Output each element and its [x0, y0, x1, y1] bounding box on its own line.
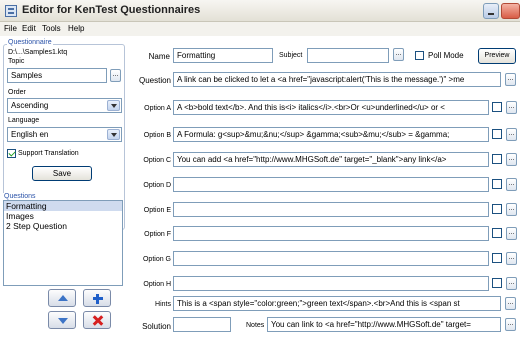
option-c-browse-button[interactable]: ... — [506, 153, 517, 166]
move-down-button[interactable] — [48, 311, 76, 329]
poll-mode-checkbox[interactable] — [415, 51, 424, 60]
menu-bar: File Edit Tools Help — [0, 22, 520, 36]
option-b-browse-button[interactable]: ... — [506, 128, 517, 141]
option-f-input[interactable] — [173, 226, 489, 241]
hints-browse-button[interactable]: ... — [505, 297, 516, 310]
preview-button[interactable]: Preview — [478, 48, 516, 64]
topic-input[interactable]: Samples — [7, 68, 107, 83]
chevron-down-icon[interactable] — [107, 100, 120, 111]
list-item[interactable]: Formatting — [4, 201, 122, 211]
name-label: Name — [148, 52, 170, 61]
option-d-correct-checkbox[interactable] — [492, 179, 502, 189]
solution-input[interactable] — [173, 317, 231, 332]
support-translation-label: Support Translation — [18, 150, 79, 157]
order-select-value: Ascending — [11, 101, 49, 110]
minimize-button[interactable] — [483, 3, 499, 19]
questions-group-title: Questions — [3, 193, 37, 200]
language-select-value: English en — [11, 130, 49, 139]
close-button[interactable] — [501, 3, 520, 19]
option-h-label: Option H — [143, 281, 171, 288]
option-a-label: Option A — [144, 105, 171, 112]
left-panel: Questionnaire D:\...\Samples1.ktq Topic … — [0, 36, 128, 337]
question-browse-button[interactable]: ... — [505, 73, 516, 86]
notes-input[interactable]: You can link to <a href="http://www.MHGS… — [267, 317, 501, 332]
option-g-browse-button[interactable]: ... — [506, 252, 517, 265]
solution-label: Solution — [142, 322, 171, 331]
option-c-correct-checkbox[interactable] — [492, 154, 502, 164]
order-select[interactable]: Ascending — [7, 98, 122, 113]
language-label: Language — [8, 117, 40, 124]
option-a-browse-button[interactable]: ... — [506, 101, 517, 114]
delete-question-button[interactable] — [83, 311, 111, 329]
subject-browse-button[interactable]: ... — [393, 48, 404, 61]
file-path: D:\...\Samples1.ktq — [8, 49, 68, 56]
question-label: Question — [138, 76, 171, 85]
option-f-correct-checkbox[interactable] — [492, 228, 502, 238]
list-item[interactable]: 2 Step Question — [4, 221, 122, 231]
option-e-input[interactable] — [173, 202, 489, 217]
notes-browse-button[interactable]: ... — [505, 318, 516, 331]
poll-mode-label: Poll Mode — [428, 51, 464, 60]
order-label: Order — [8, 89, 26, 96]
option-b-input[interactable]: A Formula: g<sup>&mu;&nu;</sup> &gamma;<… — [173, 127, 489, 142]
support-translation-checkbox[interactable] — [7, 149, 16, 158]
option-a-correct-checkbox[interactable] — [492, 102, 502, 112]
save-button[interactable]: Save — [32, 166, 92, 181]
subject-label: Subject — [279, 52, 303, 59]
option-g-correct-checkbox[interactable] — [492, 253, 502, 263]
option-d-browse-button[interactable]: ... — [506, 178, 517, 191]
questions-list[interactable]: Formatting Images 2 Step Question — [3, 200, 123, 286]
language-select[interactable]: English en — [7, 127, 122, 142]
option-a-input[interactable]: A <b>bold text</b>. And this is<i> itali… — [173, 100, 489, 115]
option-h-correct-checkbox[interactable] — [492, 278, 502, 288]
questionnaire-group-title: Questionnaire — [7, 39, 53, 46]
option-f-label: Option F — [144, 231, 171, 238]
topic-browse-button[interactable]: ... — [110, 69, 121, 82]
notes-label: Notes — [246, 322, 265, 329]
hints-label: Hints — [155, 301, 171, 308]
add-question-button[interactable] — [83, 289, 111, 307]
subject-input[interactable] — [307, 48, 389, 63]
option-g-label: Option G — [142, 256, 171, 263]
menu-help[interactable]: Help — [68, 24, 84, 33]
move-up-button[interactable] — [48, 289, 76, 307]
option-b-correct-checkbox[interactable] — [492, 129, 502, 139]
app-icon — [5, 5, 17, 17]
option-e-browse-button[interactable]: ... — [506, 203, 517, 216]
option-g-input[interactable] — [173, 251, 489, 266]
questions-group: Questions Formatting Images 2 Step Quest… — [3, 193, 125, 288]
chevron-down-icon[interactable] — [107, 129, 120, 140]
option-h-browse-button[interactable]: ... — [506, 277, 517, 290]
option-e-correct-checkbox[interactable] — [492, 204, 502, 214]
question-input[interactable]: A link can be clicked to let a <a href="… — [173, 72, 501, 87]
option-c-input[interactable]: You can add <a href="http://www.MHGSoft.… — [173, 152, 489, 167]
menu-tools[interactable]: Tools — [42, 24, 61, 33]
option-e-label: Option E — [143, 207, 171, 214]
option-d-label: Option D — [143, 182, 171, 189]
title-bar: Editor for KenTest Questionnaires — [0, 0, 520, 22]
option-h-input[interactable] — [173, 276, 489, 291]
menu-edit[interactable]: Edit — [22, 24, 36, 33]
menu-file[interactable]: File — [4, 24, 17, 33]
list-item[interactable]: Images — [4, 211, 122, 221]
option-d-input[interactable] — [173, 177, 489, 192]
window-title: Editor for KenTest Questionnaires — [22, 4, 201, 16]
option-f-browse-button[interactable]: ... — [506, 227, 517, 240]
option-b-label: Option B — [143, 132, 171, 139]
option-c-label: Option C — [143, 157, 171, 164]
topic-label: Topic — [8, 58, 25, 65]
name-input[interactable]: Formatting — [173, 48, 273, 63]
hints-input[interactable]: This is a <span style="color:green;">gre… — [173, 296, 501, 311]
